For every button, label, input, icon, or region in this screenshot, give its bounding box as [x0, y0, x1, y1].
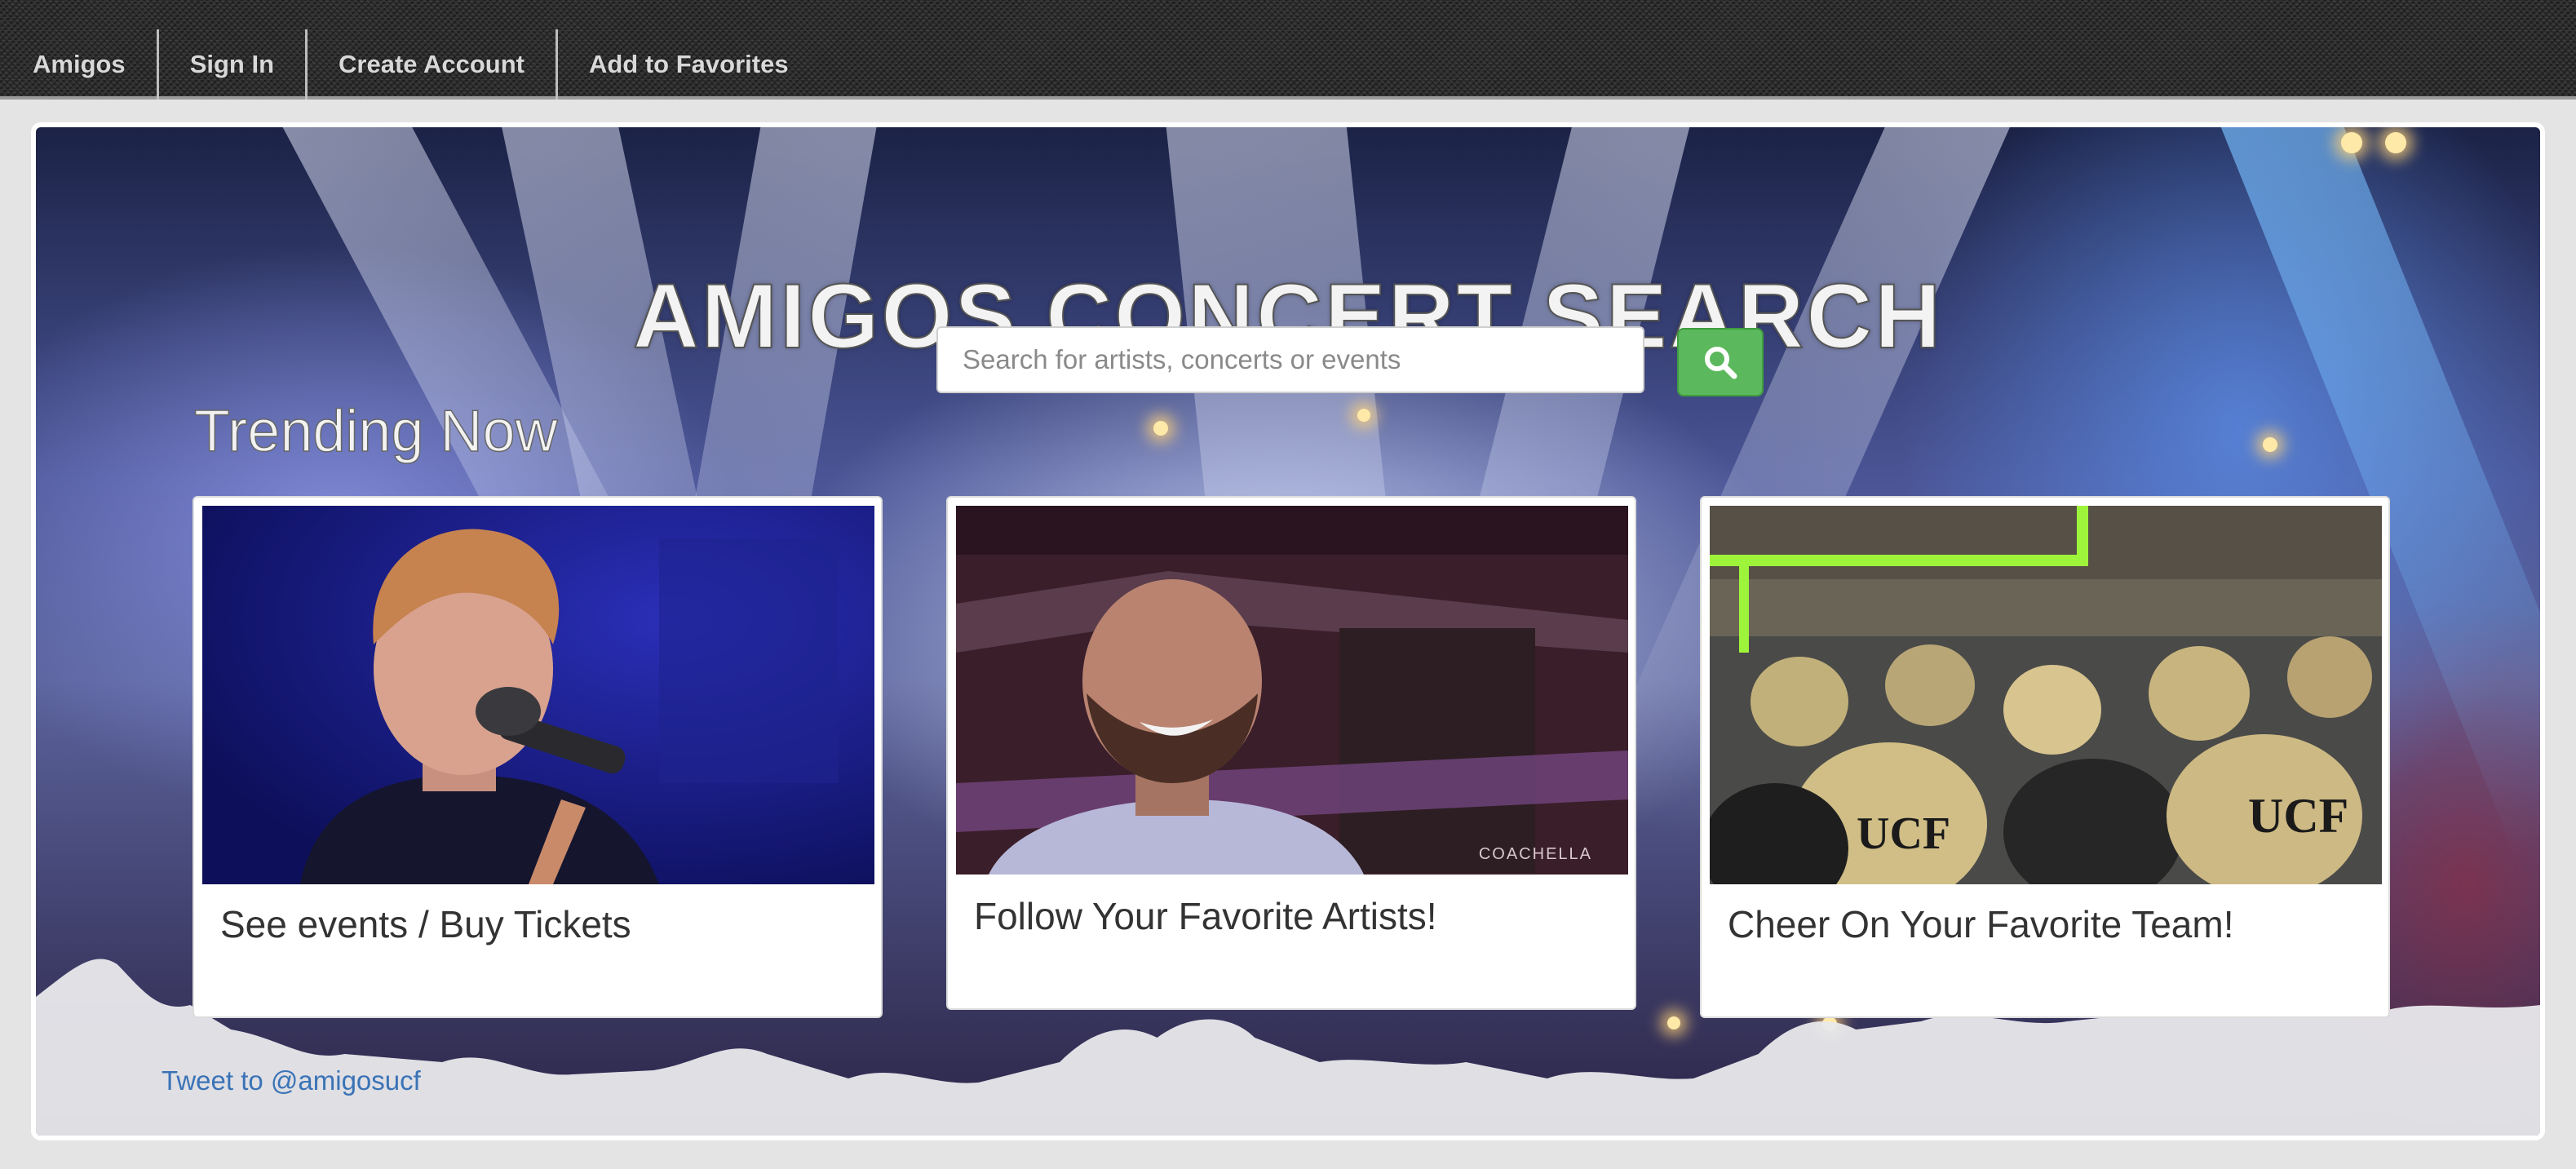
tweet-link[interactable]: Tweet to @amigosucf [162, 1065, 421, 1096]
trending-now-heading: Trending Now [193, 398, 558, 465]
coachella-watermark: COACHELLA [1479, 845, 1592, 863]
nav-menu: Amigos Sign In Create Account Add to Fav… [3, 29, 820, 100]
search-button[interactable] [1677, 328, 1764, 396]
smiling-performer-photo: COACHELLA [956, 506, 1628, 875]
search-icon [1702, 344, 1738, 380]
top-navbar: Amigos Sign In Create Account Add to Fav… [0, 0, 2576, 100]
card-caption: Follow Your Favorite Artists! [974, 895, 1437, 937]
hero-panel: AMIGOS CONCERT SEARCH Trending Now [31, 122, 2545, 1140]
card-caption: Cheer On Your Favorite Team! [1728, 903, 2234, 945]
stage-light [1357, 409, 1370, 422]
stage-light [2385, 132, 2406, 153]
card-cheer-team[interactable]: UCF UCF Cheer On Your Favorite Team! [1700, 496, 2390, 1018]
stage-light [1153, 421, 1168, 436]
nav-item-add-to-favorites[interactable]: Add to Favorites [558, 29, 820, 100]
nav-item-sign-in[interactable]: Sign In [159, 29, 308, 100]
card-caption: See events / Buy Tickets [220, 903, 631, 945]
stage-light [2341, 132, 2362, 153]
svg-text:UCF: UCF [2248, 789, 2348, 843]
svg-text:UCF: UCF [1857, 808, 1950, 859]
search-input[interactable] [936, 326, 1644, 393]
card-buy-tickets[interactable]: See events / Buy Tickets [193, 496, 883, 1018]
nav-item-amigos[interactable]: Amigos [3, 29, 159, 100]
nav-item-create-account[interactable]: Create Account [308, 29, 558, 100]
card-follow-artists[interactable]: COACHELLA Follow Your Favorite Artists! [946, 496, 1636, 1010]
singer-with-microphone-photo [202, 506, 874, 884]
stage-light [2263, 437, 2277, 452]
football-team-huddle-photo: UCF UCF [1710, 506, 2382, 884]
